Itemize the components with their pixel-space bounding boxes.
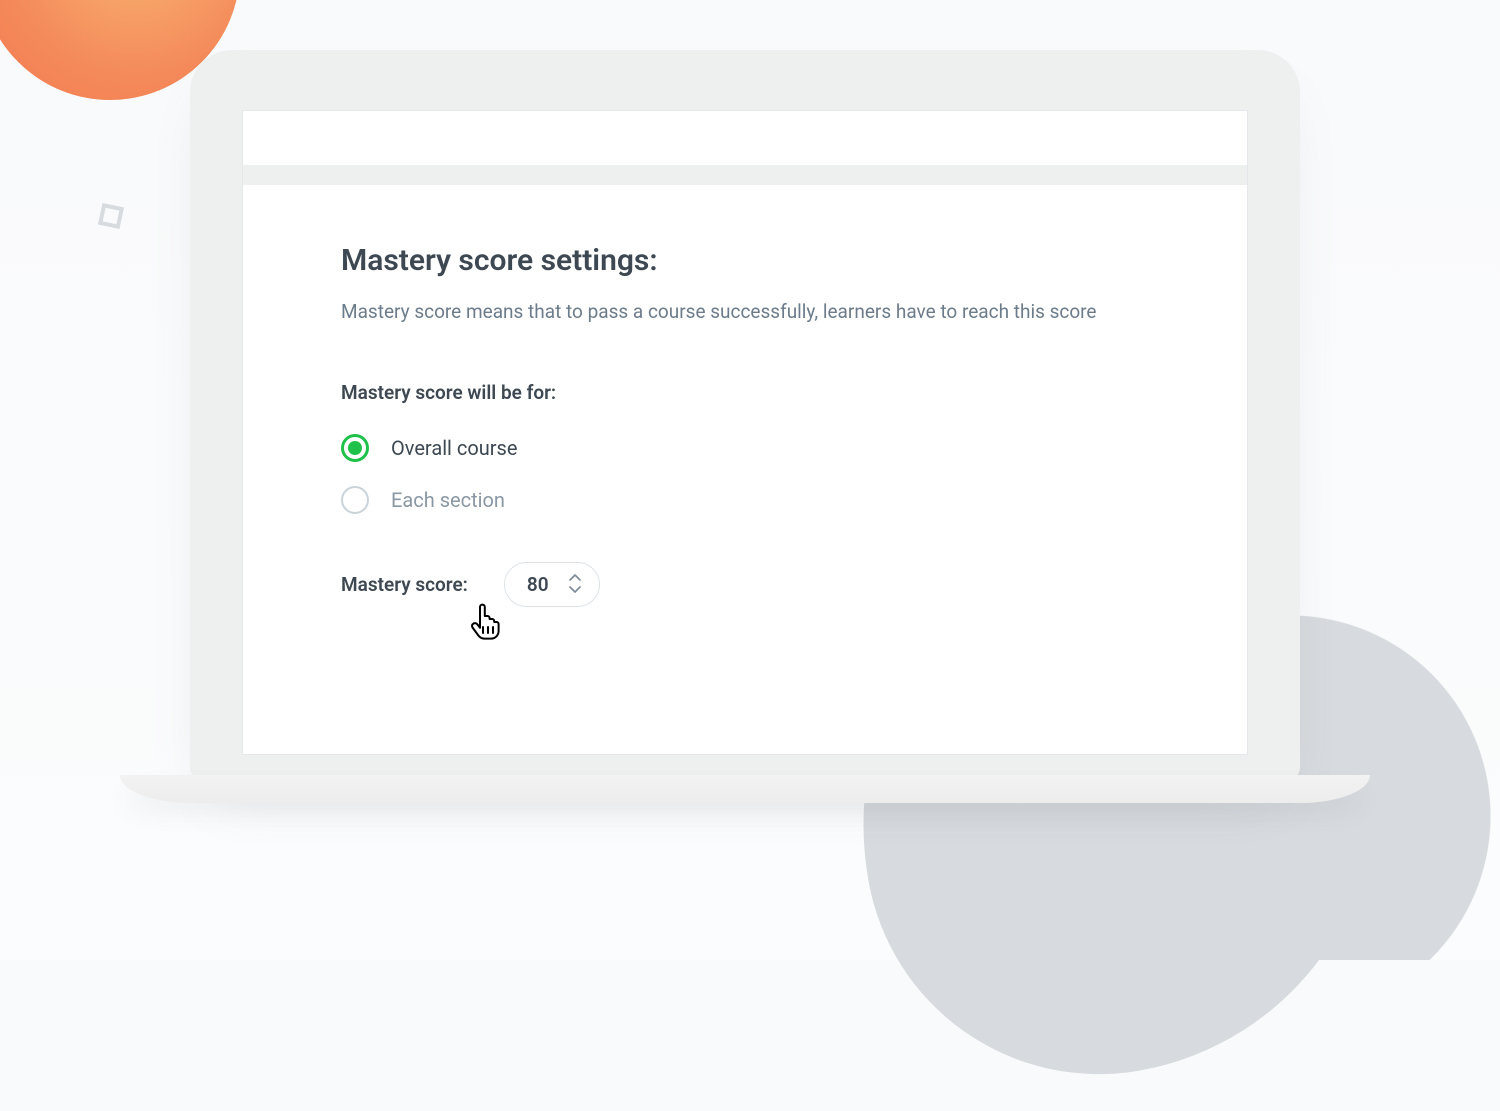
scope-radio-group: Overall course Each section [341, 434, 1149, 514]
mastery-score-row: Mastery score: 80 [341, 562, 1149, 607]
mastery-score-settings-panel: Mastery score settings: Mastery score me… [243, 185, 1247, 647]
screen: Mastery score settings: Mastery score me… [242, 110, 1248, 755]
laptop-base-wrap [190, 775, 1300, 813]
radio-unselected-icon [341, 486, 369, 514]
radio-each-section[interactable]: Each section [341, 486, 1149, 514]
radio-overall-course[interactable]: Overall course [341, 434, 1149, 462]
radio-selected-icon [341, 434, 369, 462]
pointer-cursor-icon [468, 603, 502, 641]
decorative-square-icon [98, 203, 124, 229]
scope-field-label: Mastery score will be for: [341, 381, 1149, 404]
stepper-down-button[interactable] [569, 586, 581, 594]
mastery-score-value: 80 [527, 573, 549, 596]
laptop-body: Mastery score settings: Mastery score me… [190, 50, 1300, 781]
settings-subtitle: Mastery score means that to pass a cours… [341, 298, 1149, 327]
laptop-mockup: Mastery score settings: Mastery score me… [190, 50, 1300, 813]
stepper-arrows [569, 574, 581, 594]
radio-label: Overall course [391, 436, 517, 460]
mastery-score-label: Mastery score: [341, 573, 468, 596]
laptop-base [120, 775, 1370, 803]
stepper-up-button[interactable] [569, 574, 581, 582]
mastery-score-stepper[interactable]: 80 [504, 562, 600, 607]
screen-divider [243, 165, 1247, 185]
screen-top-bar [243, 111, 1247, 165]
settings-title: Mastery score settings: [341, 243, 1149, 278]
radio-label: Each section [391, 488, 505, 512]
